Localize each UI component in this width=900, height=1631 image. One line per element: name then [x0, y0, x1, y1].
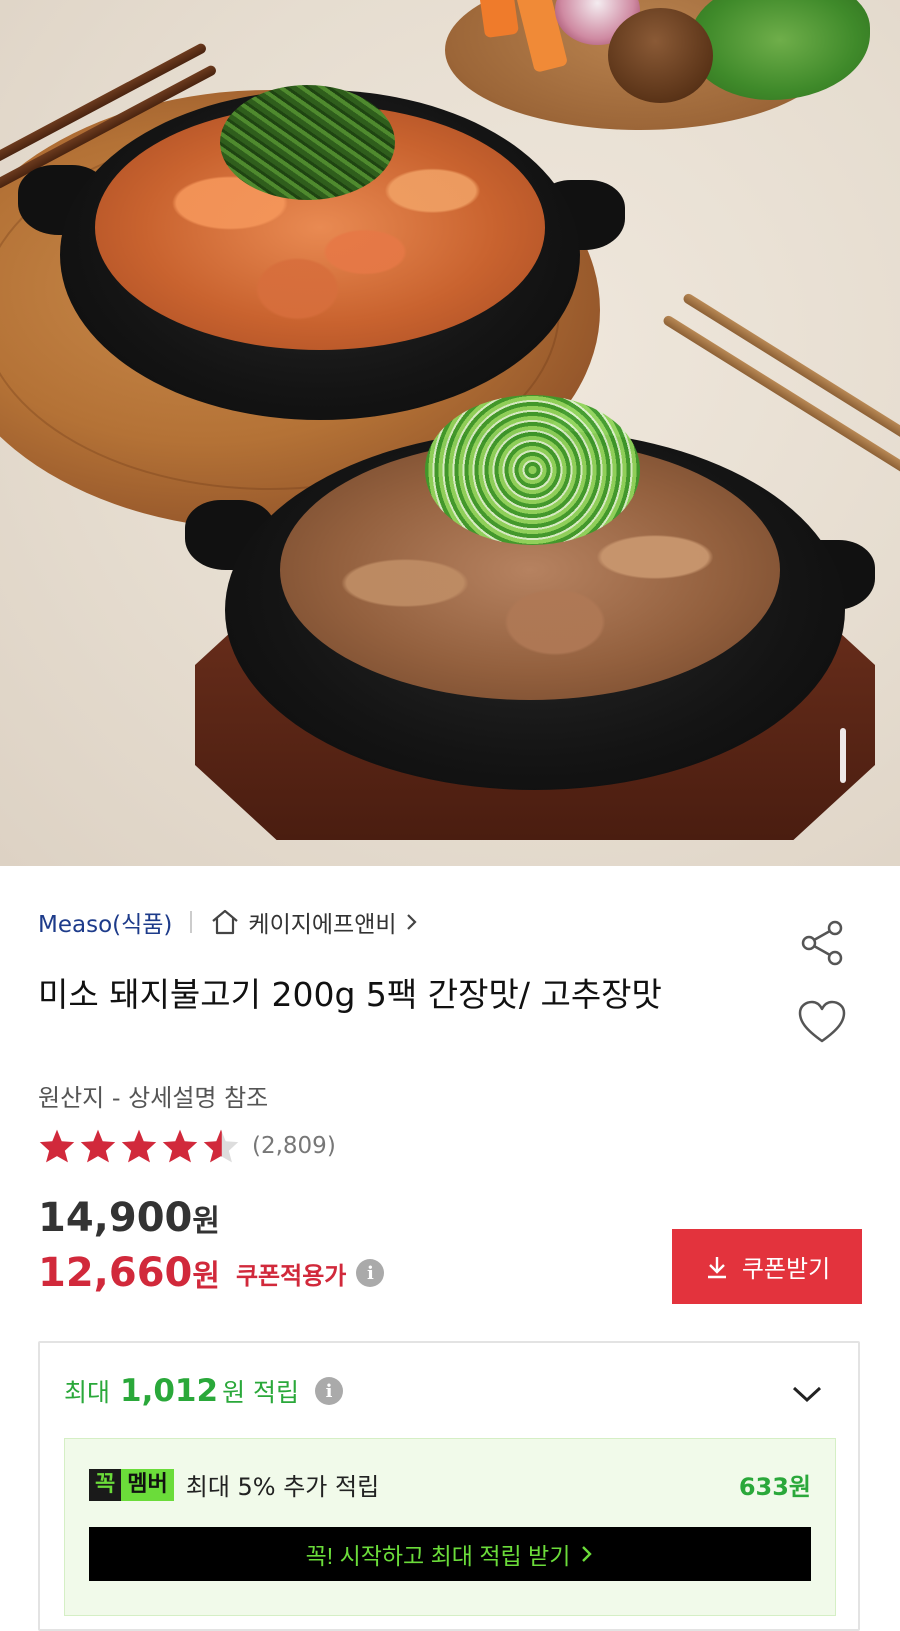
- perilla-garnish: [220, 85, 395, 200]
- info-icon[interactable]: i: [356, 1259, 385, 1287]
- chevron-down-icon[interactable]: [790, 1383, 824, 1405]
- divider: [190, 911, 193, 933]
- reward-panel: 최대 1,012 원 적립 i 꼭 멤버 최대 5% 추가 적립 633원 꼭! …: [38, 1341, 860, 1631]
- coupon-button-label: 쿠폰받기: [741, 1256, 831, 1283]
- sale-price: 12,660원: [38, 1250, 220, 1296]
- member-benefit-box: 꼭 멤버 최대 5% 추가 적립 633원 꼭! 시작하고 최대 적립 받기: [64, 1438, 836, 1616]
- carrot-a: [478, 0, 520, 39]
- reward-prefix: 최대: [64, 1378, 111, 1407]
- seller-row: Measo(식품) 케이지에프앤비: [38, 905, 419, 939]
- review-count: (2,809): [252, 1133, 336, 1159]
- store-name: 케이지에프앤비: [248, 912, 397, 938]
- info-icon[interactable]: i: [315, 1377, 344, 1405]
- member-badge: 꼭 멤버: [89, 1468, 174, 1501]
- brand-link[interactable]: Measo(식품): [38, 905, 172, 939]
- mushroom: [608, 8, 713, 103]
- coupon-price-label: 쿠폰적용가: [235, 1261, 347, 1290]
- star-icon: [39, 1129, 75, 1163]
- download-icon: [707, 1256, 726, 1278]
- star-icon: [162, 1129, 198, 1163]
- image-scroll-indicator: [840, 728, 846, 783]
- product-image[interactable]: [0, 0, 900, 866]
- reward-summary[interactable]: 최대 1,012 원 적립 i: [64, 1373, 344, 1409]
- heart-icon[interactable]: [797, 999, 847, 1045]
- rating-stars: [38, 1128, 240, 1164]
- member-benefit-text: 최대 5% 추가 적립: [185, 1473, 380, 1501]
- rating-row[interactable]: (2,809): [38, 1128, 336, 1164]
- original-price-currency: 원: [192, 1204, 220, 1239]
- home-icon: [212, 909, 239, 935]
- sale-price-row: 12,660원 쿠폰적용가 i: [38, 1250, 385, 1296]
- member-benefit-amount: 633원: [738, 1473, 811, 1501]
- member-start-label: 꼭! 시작하고 최대 적립 받기: [305, 1543, 571, 1569]
- member-benefit-row: 꼭 멤버 최대 5% 추가 적립 633원: [89, 1467, 811, 1502]
- sale-price-amount: 12,660: [38, 1250, 193, 1296]
- original-price: 14,900원: [38, 1195, 220, 1241]
- share-icon[interactable]: [797, 918, 847, 968]
- original-price-amount: 14,900: [38, 1195, 193, 1241]
- reward-amount: 1,012: [120, 1373, 219, 1409]
- coupon-download-button[interactable]: 쿠폰받기: [672, 1229, 862, 1304]
- member-badge-left: 꼭: [89, 1468, 122, 1501]
- reward-suffix: 원 적립: [222, 1378, 300, 1407]
- product-title: 미소 돼지불고기 200g 5팩 간장맛/ 고추장맛: [38, 975, 662, 1014]
- star-icon: [80, 1129, 116, 1163]
- chevron-right-icon: [406, 914, 417, 930]
- star-half-icon: [203, 1129, 239, 1163]
- member-start-button[interactable]: 꼭! 시작하고 최대 적립 받기: [89, 1527, 811, 1581]
- product-origin: 원산지 - 상세설명 참조: [38, 1084, 269, 1112]
- lettuce: [690, 0, 870, 100]
- member-badge-right: 멤버: [121, 1468, 174, 1501]
- scallion-garnish: [425, 395, 640, 545]
- sale-price-currency: 원: [192, 1259, 220, 1294]
- chevron-right-icon: [582, 1546, 593, 1562]
- star-icon: [121, 1129, 157, 1163]
- store-link[interactable]: 케이지에프앤비: [210, 905, 418, 939]
